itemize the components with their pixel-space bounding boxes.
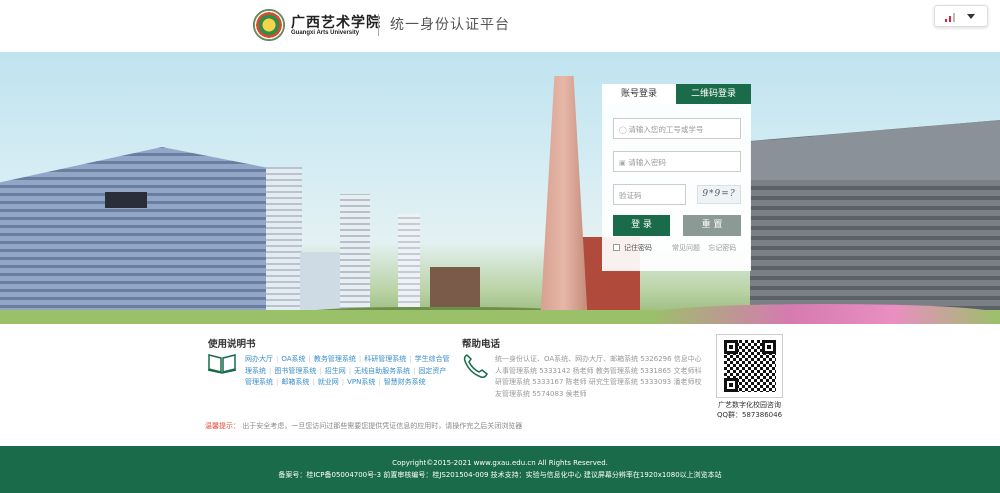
- checkbox-box[interactable]: [613, 244, 620, 251]
- manual-link[interactable]: 就业网: [318, 378, 339, 386]
- language-dropdown[interactable]: [934, 5, 988, 27]
- book-icon: [207, 354, 237, 374]
- system-title: 统一身份认证平台: [390, 17, 510, 33]
- login-help-links: 常见问题 忘记密码: [672, 243, 742, 253]
- manual-link[interactable]: 图书管理系统: [274, 367, 316, 375]
- tower: [266, 167, 302, 317]
- qr-finder: [762, 340, 776, 354]
- security-notice: 温馨提示： 出于安全考虑，一旦您访问过那些需要您提供凭证信息的应用时，请操作完之…: [205, 421, 522, 431]
- manual-link[interactable]: VPN系统: [347, 378, 375, 386]
- link-separator: |: [319, 366, 322, 375]
- university-name-en: Guangxi Arts University: [291, 30, 360, 36]
- campus-banner-image: [0, 52, 1000, 324]
- link-separator: |: [409, 355, 412, 363]
- chevron-down-icon: [967, 14, 975, 19]
- tower: [398, 214, 420, 319]
- record-text: 备案号：桂ICP备05004700号-3 前置审核编号：桂JS201504-00…: [278, 471, 722, 479]
- left-building: [0, 147, 270, 324]
- link-separator: |: [276, 355, 279, 363]
- captcha-image[interactable]: 9*9=?: [697, 185, 741, 204]
- qr-finder: [724, 340, 738, 354]
- header-divider: [378, 14, 379, 36]
- login-tabs: 账号登录 二维码登录: [602, 84, 751, 104]
- remember-password-checkbox[interactable]: 记住密码: [613, 243, 652, 253]
- phone-icon: [463, 354, 488, 378]
- qq-group: QQ群：587386046: [716, 411, 783, 419]
- manual-link[interactable]: 无线自助服务系统: [354, 367, 410, 375]
- signal-icon: [945, 12, 957, 22]
- manual-link[interactable]: 科研管理系统: [364, 355, 406, 363]
- notice-label: 温馨提示：: [205, 422, 240, 430]
- tab-qrcode-login[interactable]: 二维码登录: [676, 84, 751, 104]
- manual-link[interactable]: 网办大厅: [245, 355, 273, 363]
- user-icon: ◯: [619, 126, 627, 134]
- header: 广西艺术学院 Guangxi Arts University 统一身份认证平台: [0, 0, 1000, 52]
- manual-links: 网办大厅 | OA系统 | 教务管理系统 | 科研管理系统 | 学生综合管理系统 | 图书管理系统 |…: [245, 354, 453, 389]
- right-building-roof: [750, 120, 1000, 180]
- link-separator: |: [276, 378, 279, 386]
- university-emblem-logo: [253, 9, 285, 41]
- remember-label: 记住密码: [624, 244, 652, 252]
- link-separator: |: [312, 378, 315, 386]
- manual-link[interactable]: 教务管理系统: [314, 355, 356, 363]
- forgot-password-link[interactable]: 忘记密码: [708, 244, 736, 252]
- qr-code-image: [724, 340, 776, 392]
- password-input[interactable]: ▣ 请输入密码: [613, 151, 741, 172]
- qr-finder: [724, 378, 738, 392]
- university-name-cn: 广西艺术学院: [291, 15, 381, 31]
- link-separator: |: [348, 366, 352, 375]
- link-separator: |: [358, 355, 362, 363]
- reset-button[interactable]: 重 置: [683, 215, 741, 236]
- footer: Copyright©2015-2021 www.gxau.edu.cn All …: [0, 446, 1000, 493]
- manual-link[interactable]: 邮箱系统: [281, 378, 309, 386]
- qr-caption: 广艺数字化校园咨询: [718, 401, 781, 409]
- tab-account-login[interactable]: 账号登录: [602, 84, 676, 104]
- helpline-text: 统一身份认证、OA系统、网办大厅、邮箱系统 5326296 信息中心人事管理系统…: [495, 355, 702, 398]
- tower: [340, 194, 370, 319]
- sculpture-pillar: [540, 76, 588, 324]
- manual-title: 使用说明书: [208, 339, 256, 350]
- captcha-placeholder: 验证码: [619, 191, 642, 200]
- captcha-input[interactable]: 验证码: [613, 184, 686, 205]
- gate: [430, 267, 480, 307]
- link-separator: |: [308, 355, 311, 363]
- helpline-title: 帮助电话: [462, 339, 501, 350]
- faq-link[interactable]: 常见问题: [672, 244, 700, 252]
- link-separator: |: [341, 378, 345, 386]
- building-sign: [105, 192, 147, 208]
- notice-text: 出于安全考虑，一旦您访问过那些需要您提供凭证信息的应用时，请操作完之后关闭浏览器: [242, 422, 523, 430]
- lock-icon: ▣: [619, 159, 626, 167]
- login-button[interactable]: 登 录: [613, 215, 670, 236]
- link-separator: |: [413, 366, 416, 375]
- manual-link[interactable]: OA系统: [281, 355, 305, 363]
- flower-bed: [650, 304, 1000, 324]
- link-separator: |: [378, 378, 381, 386]
- username-placeholder: 请输入您的工号或学号: [628, 125, 704, 134]
- login-panel: 账号登录 二维码登录 ◯ 请输入您的工号或学号 ▣ 请输入密码 验证码 登 录 …: [602, 84, 751, 271]
- password-placeholder: 请输入密码: [628, 158, 666, 167]
- manual-link[interactable]: 招生网: [325, 367, 346, 375]
- manual-link[interactable]: 智慧财务系统: [384, 378, 426, 386]
- link-separator: |: [269, 366, 272, 375]
- qr-code-box: [716, 334, 783, 398]
- username-input[interactable]: ◯ 请输入您的工号或学号: [613, 118, 741, 139]
- copyright-text: Copyright©2015-2021 www.gxau.edu.cn All …: [392, 459, 608, 467]
